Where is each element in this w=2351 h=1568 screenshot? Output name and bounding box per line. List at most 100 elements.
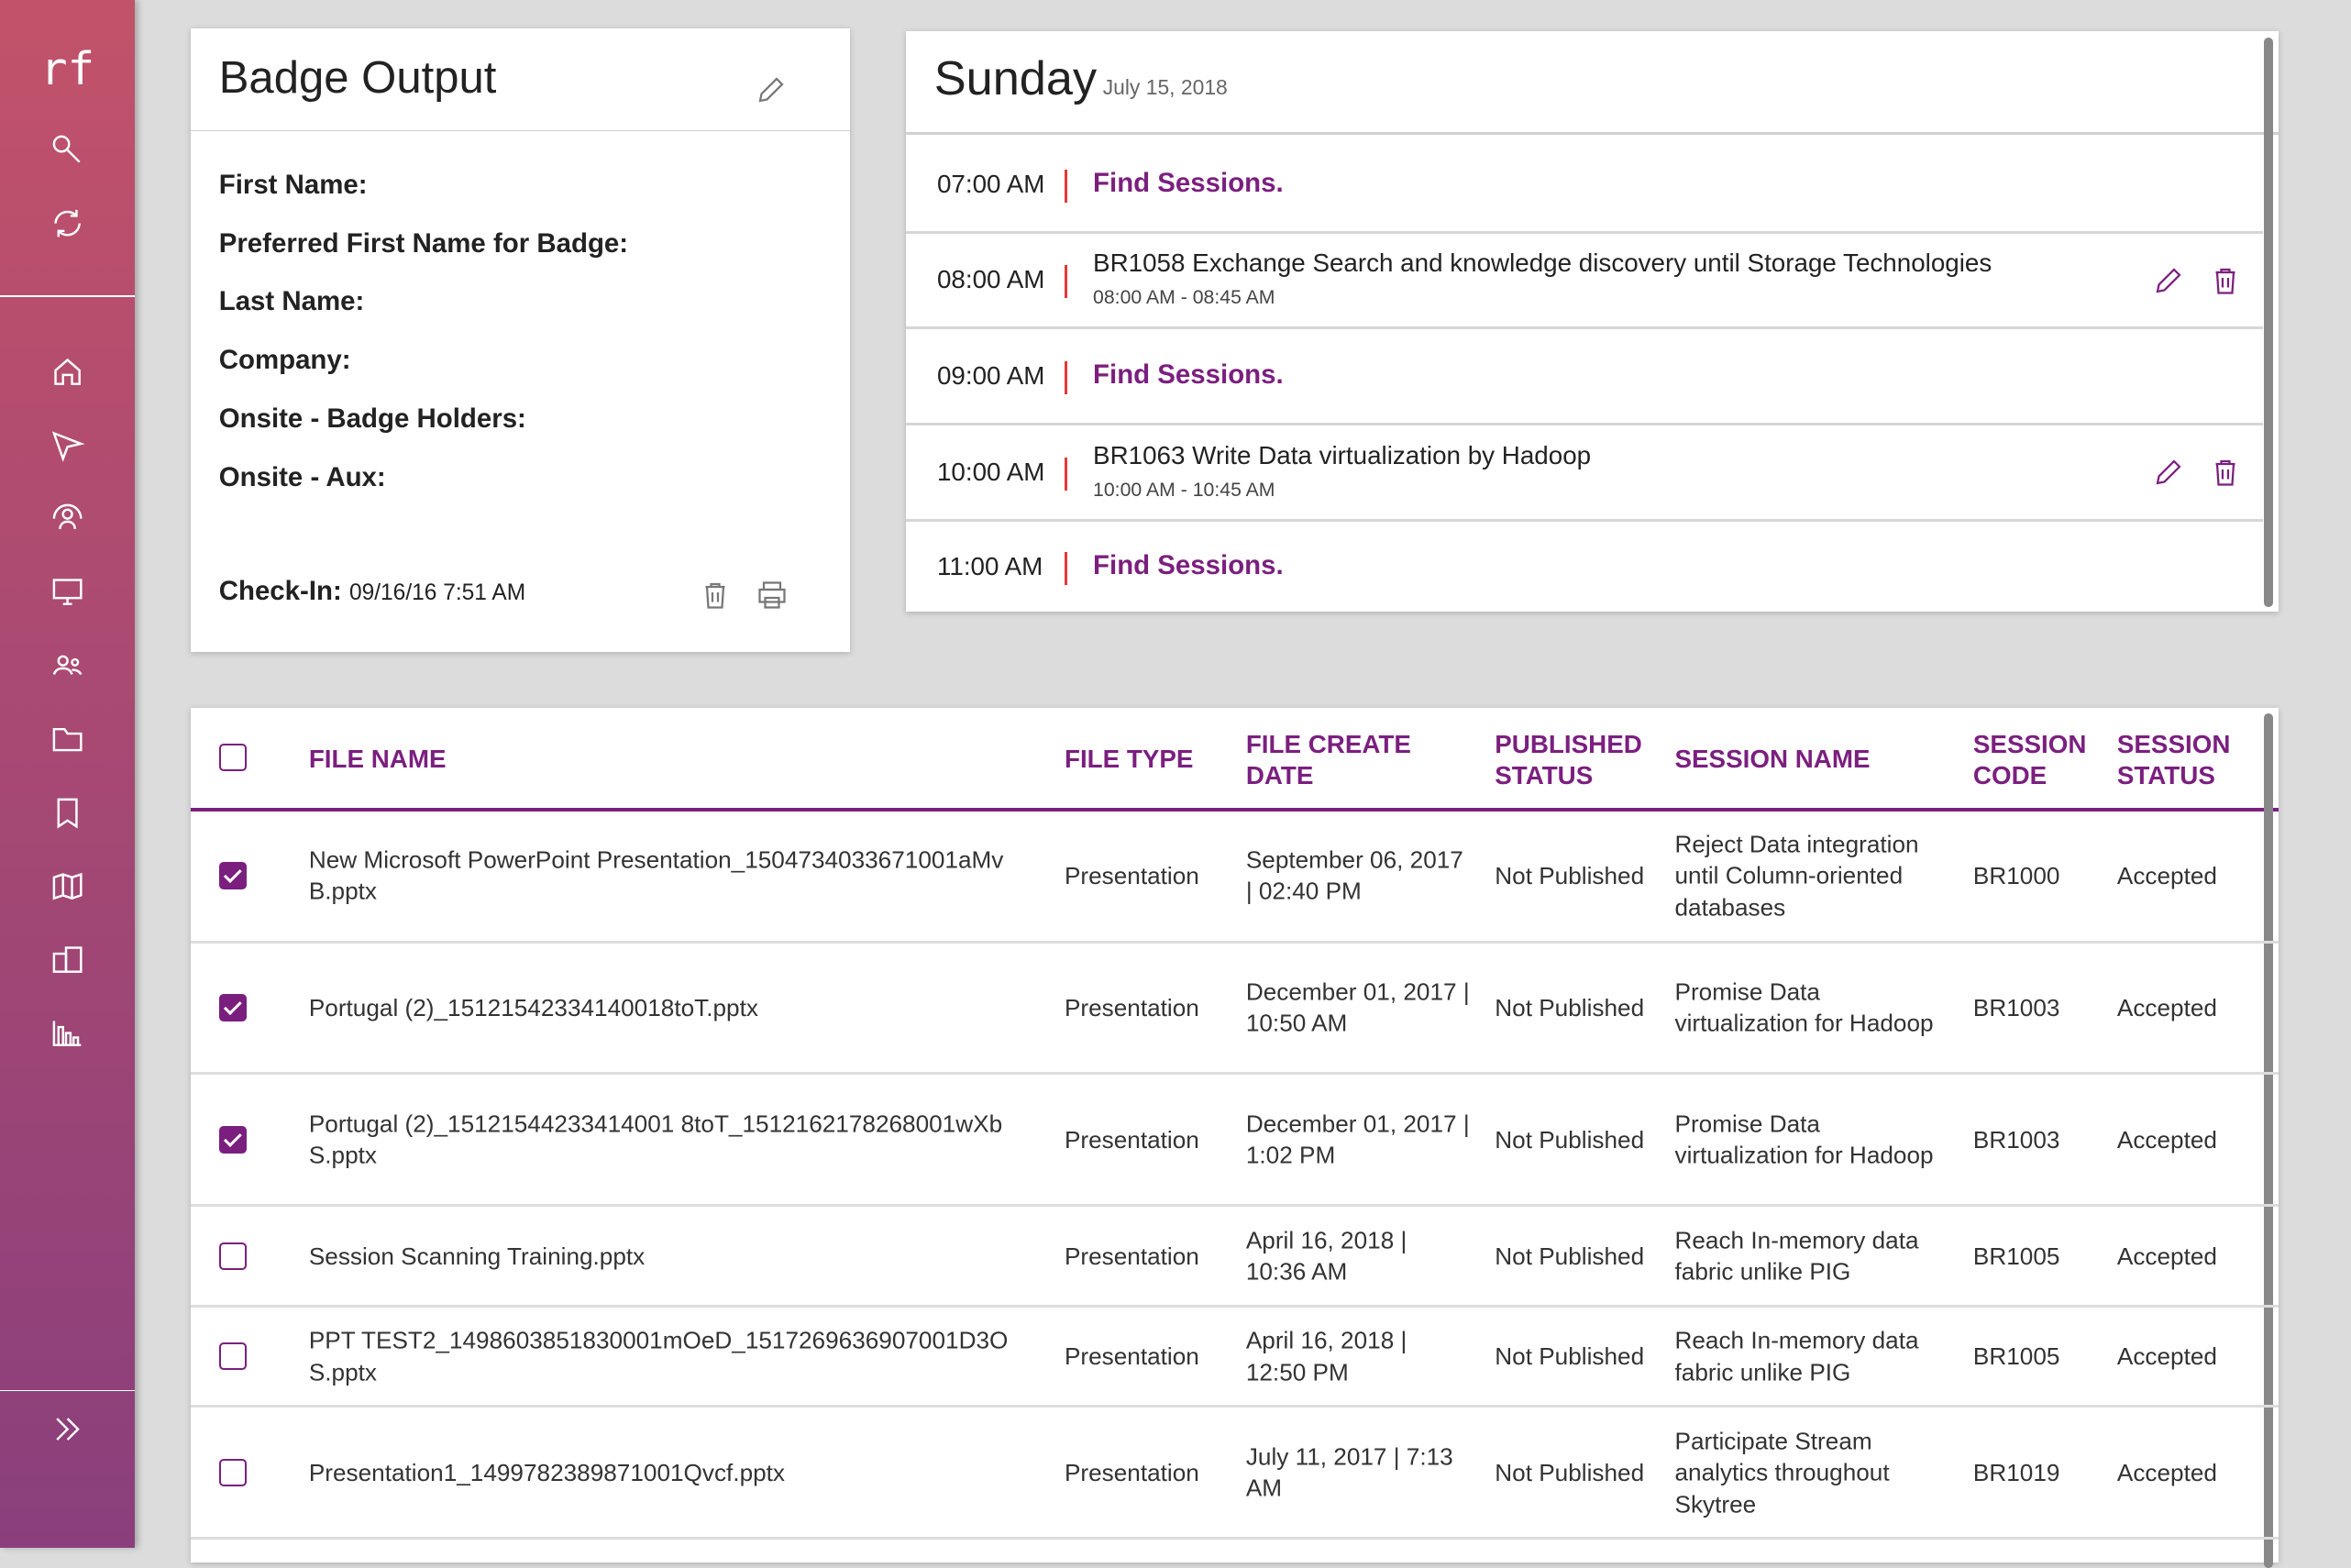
- cell-name: PPT TEST2_1498603851830001mOeD_151726963…: [308, 1326, 1009, 1386]
- cell-type: Presentation: [1064, 861, 1199, 889]
- table-row[interactable]: PPT TEST2_1498603851830001mOeD_151726963…: [190, 1308, 2279, 1408]
- cell-date: September 06, 2017 | 02:40 PM: [1245, 845, 1463, 906]
- cell-published: Not Published: [1495, 1125, 1645, 1154]
- find-sessions-link[interactable]: Find Sessions.: [1093, 168, 1284, 199]
- trash-icon[interactable]: [2209, 264, 2242, 304]
- cell-status: Accepted: [2116, 1342, 2217, 1370]
- company-label: Company:: [218, 345, 351, 376]
- row-checkbox[interactable]: [218, 994, 247, 1022]
- row-checkbox[interactable]: [218, 1459, 247, 1487]
- cell-type: Presentation: [1064, 1242, 1199, 1270]
- table-row[interactable]: Portugal (2)_15121542334140018toT.pptx Pr…: [190, 944, 2279, 1076]
- users-icon[interactable]: [50, 647, 85, 683]
- bar-chart-icon[interactable]: [50, 1015, 85, 1051]
- trash-icon[interactable]: [2209, 456, 2242, 495]
- select-all-checkbox[interactable]: [218, 744, 247, 772]
- bookmark-icon[interactable]: [50, 795, 85, 831]
- cell-code: BR1019: [1972, 1458, 2060, 1486]
- slot-divider: [1064, 551, 1068, 585]
- row-checkbox[interactable]: [218, 1242, 247, 1270]
- trash-icon[interactable]: [699, 579, 732, 618]
- time-slot: 11:00 AM Find Sessions.: [906, 522, 2263, 612]
- cell-status: Accepted: [2116, 1125, 2217, 1154]
- header-file-name[interactable]: FILE NAME: [309, 744, 447, 775]
- session-title[interactable]: BR1058 Exchange Search and knowledge dis…: [1093, 248, 1992, 278]
- slot-time: 11:00 AM: [936, 551, 1043, 580]
- scrollbar[interactable]: [2264, 37, 2273, 608]
- card-title: Badge Output: [190, 28, 851, 132]
- time-slot: 10:00 AM BR1063 Write Data virtualizatio…: [905, 425, 2263, 522]
- sidebar: rf: [0, 0, 136, 1548]
- schedule-day: Sunday: [933, 52, 1098, 106]
- header-file-create-date[interactable]: FILE CREATE DATE: [1246, 729, 1426, 792]
- slot-time: 09:00 AM: [936, 361, 1045, 391]
- cell-date: December 01, 2017 | 10:50 AM: [1245, 977, 1470, 1037]
- cell-type: Presentation: [1064, 1125, 1199, 1154]
- search-icon[interactable]: [50, 132, 85, 168]
- cell-published: Not Published: [1495, 1242, 1645, 1270]
- pencil-icon[interactable]: [2152, 456, 2185, 495]
- row-checkbox[interactable]: [218, 1342, 247, 1371]
- cell-name: Presentation1_1499782389871001Qvcf.pptx: [308, 1458, 786, 1486]
- cell-code: BR1003: [1972, 993, 2060, 1021]
- cell-name: New Microsoft PowerPoint Presentation_15…: [308, 845, 1004, 906]
- table-row[interactable]: Portugal (2)_15121544233414001 8toT_1512…: [190, 1075, 2279, 1208]
- sidebar-divider: [0, 295, 136, 297]
- time-slot: 09:00 AM Find Sessions.: [905, 330, 2263, 426]
- session-title[interactable]: BR1063 Write Data virtualization by Hado…: [1093, 441, 1591, 470]
- table-row[interactable]: New Microsoft PowerPoint Presentation_15…: [190, 812, 2279, 944]
- row-checkbox[interactable]: [218, 862, 247, 890]
- double-chevron-right-icon[interactable]: [50, 1411, 85, 1447]
- preferred-name-label: Preferred First Name for Badge:: [218, 227, 629, 259]
- cell-session: Reach In-memory data fabric unlike PIG: [1674, 1326, 1919, 1386]
- slot-divider: [1064, 457, 1068, 491]
- cell-code: BR1005: [1972, 1242, 2060, 1270]
- table-row[interactable]: Session Scanning Training.pptx Presentati…: [190, 1207, 2279, 1308]
- cell-code: BR1003: [1972, 1125, 2060, 1154]
- first-name-label: First Name:: [218, 169, 368, 200]
- pencil-icon[interactable]: [755, 73, 788, 113]
- find-sessions-link[interactable]: Find Sessions.: [1093, 359, 1284, 391]
- check-in-value: 09/16/16 7:51 AM: [348, 580, 526, 605]
- cell-type: Presentation: [1064, 993, 1199, 1021]
- header-session-code[interactable]: SESSION CODE: [1973, 729, 2093, 792]
- user-sync-icon[interactable]: [50, 501, 85, 536]
- building-icon[interactable]: [50, 942, 85, 977]
- header-published-status[interactable]: PUBLISHED STATUS: [1495, 729, 1645, 792]
- cell-status: Accepted: [2116, 993, 2217, 1021]
- slot-time: 07:00 AM: [936, 169, 1045, 198]
- last-name-label: Last Name:: [218, 286, 365, 317]
- cell-status: Accepted: [2116, 861, 2217, 889]
- header-session-name[interactable]: SESSION NAME: [1675, 744, 1871, 775]
- table-row[interactable]: Presentation1_1499782389871001Qvcf.pptx P…: [190, 1408, 2279, 1540]
- check-in-label: Check-In:: [218, 575, 342, 606]
- row-checkbox[interactable]: [218, 1126, 247, 1154]
- pencil-icon[interactable]: [2152, 264, 2185, 304]
- cell-session: Promise Data virtualization for Hadoop: [1674, 1110, 1934, 1169]
- printer-icon[interactable]: [756, 579, 789, 618]
- badge-output-card: Badge Output First Name: Preferred First…: [190, 28, 851, 653]
- cell-status: Accepted: [2116, 1242, 2217, 1270]
- header-session-status[interactable]: SESSION STATUS: [2117, 729, 2237, 792]
- cell-session: Reject Data integration until Column-ori…: [1674, 830, 1919, 922]
- schedule-card: Sunday July 15, 2018 07:00 AM Find Sessio…: [905, 31, 2279, 613]
- map-icon[interactable]: [50, 868, 85, 904]
- find-sessions-link[interactable]: Find Sessions.: [1093, 550, 1284, 581]
- header-file-type[interactable]: FILE TYPE: [1065, 744, 1193, 775]
- cell-status: Accepted: [2116, 1458, 2217, 1486]
- slot-divider: [1064, 361, 1068, 395]
- aux-label: Onsite - Aux:: [218, 461, 386, 492]
- folder-icon[interactable]: [50, 722, 85, 757]
- home-icon[interactable]: [50, 354, 85, 390]
- cell-date: April 16, 2018 | 12:50 PM: [1245, 1326, 1407, 1386]
- refresh-icon[interactable]: [50, 205, 85, 241]
- monitor-icon[interactable]: [50, 574, 85, 610]
- cell-code: BR1000: [1972, 861, 2060, 889]
- cell-published: Not Published: [1495, 1342, 1645, 1370]
- badge-holders-label: Onsite - Badge Holders:: [218, 403, 526, 434]
- cell-name: Session Scanning Training.pptx: [308, 1242, 646, 1270]
- cell-session: Promise Data virtualization for Hadoop: [1674, 977, 1934, 1037]
- cell-type: Presentation: [1064, 1458, 1199, 1486]
- send-icon[interactable]: [50, 427, 85, 463]
- cell-name: Portugal (2)_15121542334140018toT.pptx: [308, 993, 758, 1021]
